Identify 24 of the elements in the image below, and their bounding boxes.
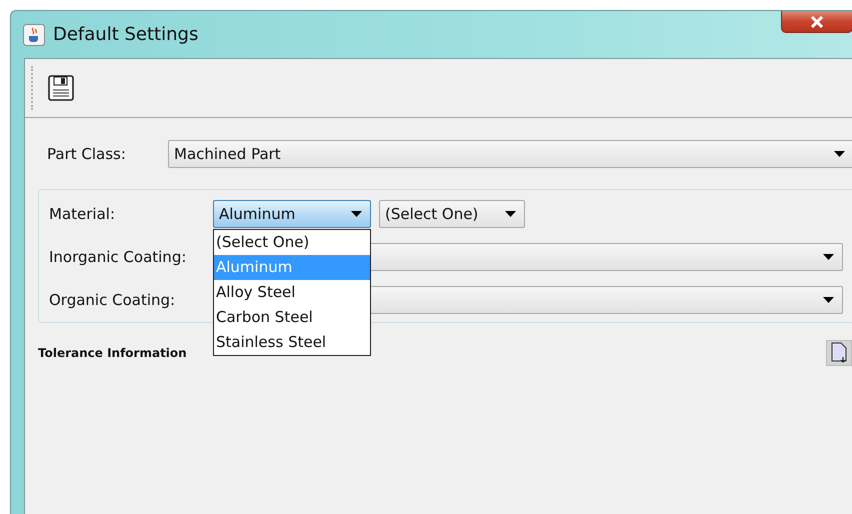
material-dropdown[interactable]: Aluminum xyxy=(213,200,371,228)
save-button[interactable] xyxy=(47,74,75,102)
dropdown-option[interactable]: (Select One) xyxy=(214,230,370,255)
field-label: Organic Coating: xyxy=(49,291,176,309)
field-label: Inorganic Coating: xyxy=(49,248,188,266)
dropdown-arrow-icon xyxy=(505,211,516,217)
window-title: Default Settings xyxy=(53,24,198,45)
export-button[interactable] xyxy=(826,340,852,366)
dropdown-arrow-icon xyxy=(351,211,362,217)
dropdown-arrow-icon xyxy=(823,254,834,260)
document-arrow-icon xyxy=(830,342,848,364)
dropdown-option[interactable]: Alloy Steel xyxy=(214,280,370,305)
section-title: Tolerance Information xyxy=(38,346,187,360)
coffee-cup-icon xyxy=(23,24,45,46)
field-label: Part Class: xyxy=(47,145,127,163)
dropdown-option[interactable]: Stainless Steel xyxy=(214,330,370,355)
close-icon xyxy=(810,16,824,28)
dropdown-arrow-icon xyxy=(834,151,845,157)
material-grade-dropdown[interactable]: (Select One) xyxy=(379,200,525,228)
close-button[interactable] xyxy=(781,11,852,33)
field-label: Material: xyxy=(49,205,116,223)
part-class-dropdown[interactable]: Machined Part xyxy=(168,140,852,168)
dropdown-arrow-icon xyxy=(823,297,834,303)
dropdown-option[interactable]: Carbon Steel xyxy=(214,305,370,330)
